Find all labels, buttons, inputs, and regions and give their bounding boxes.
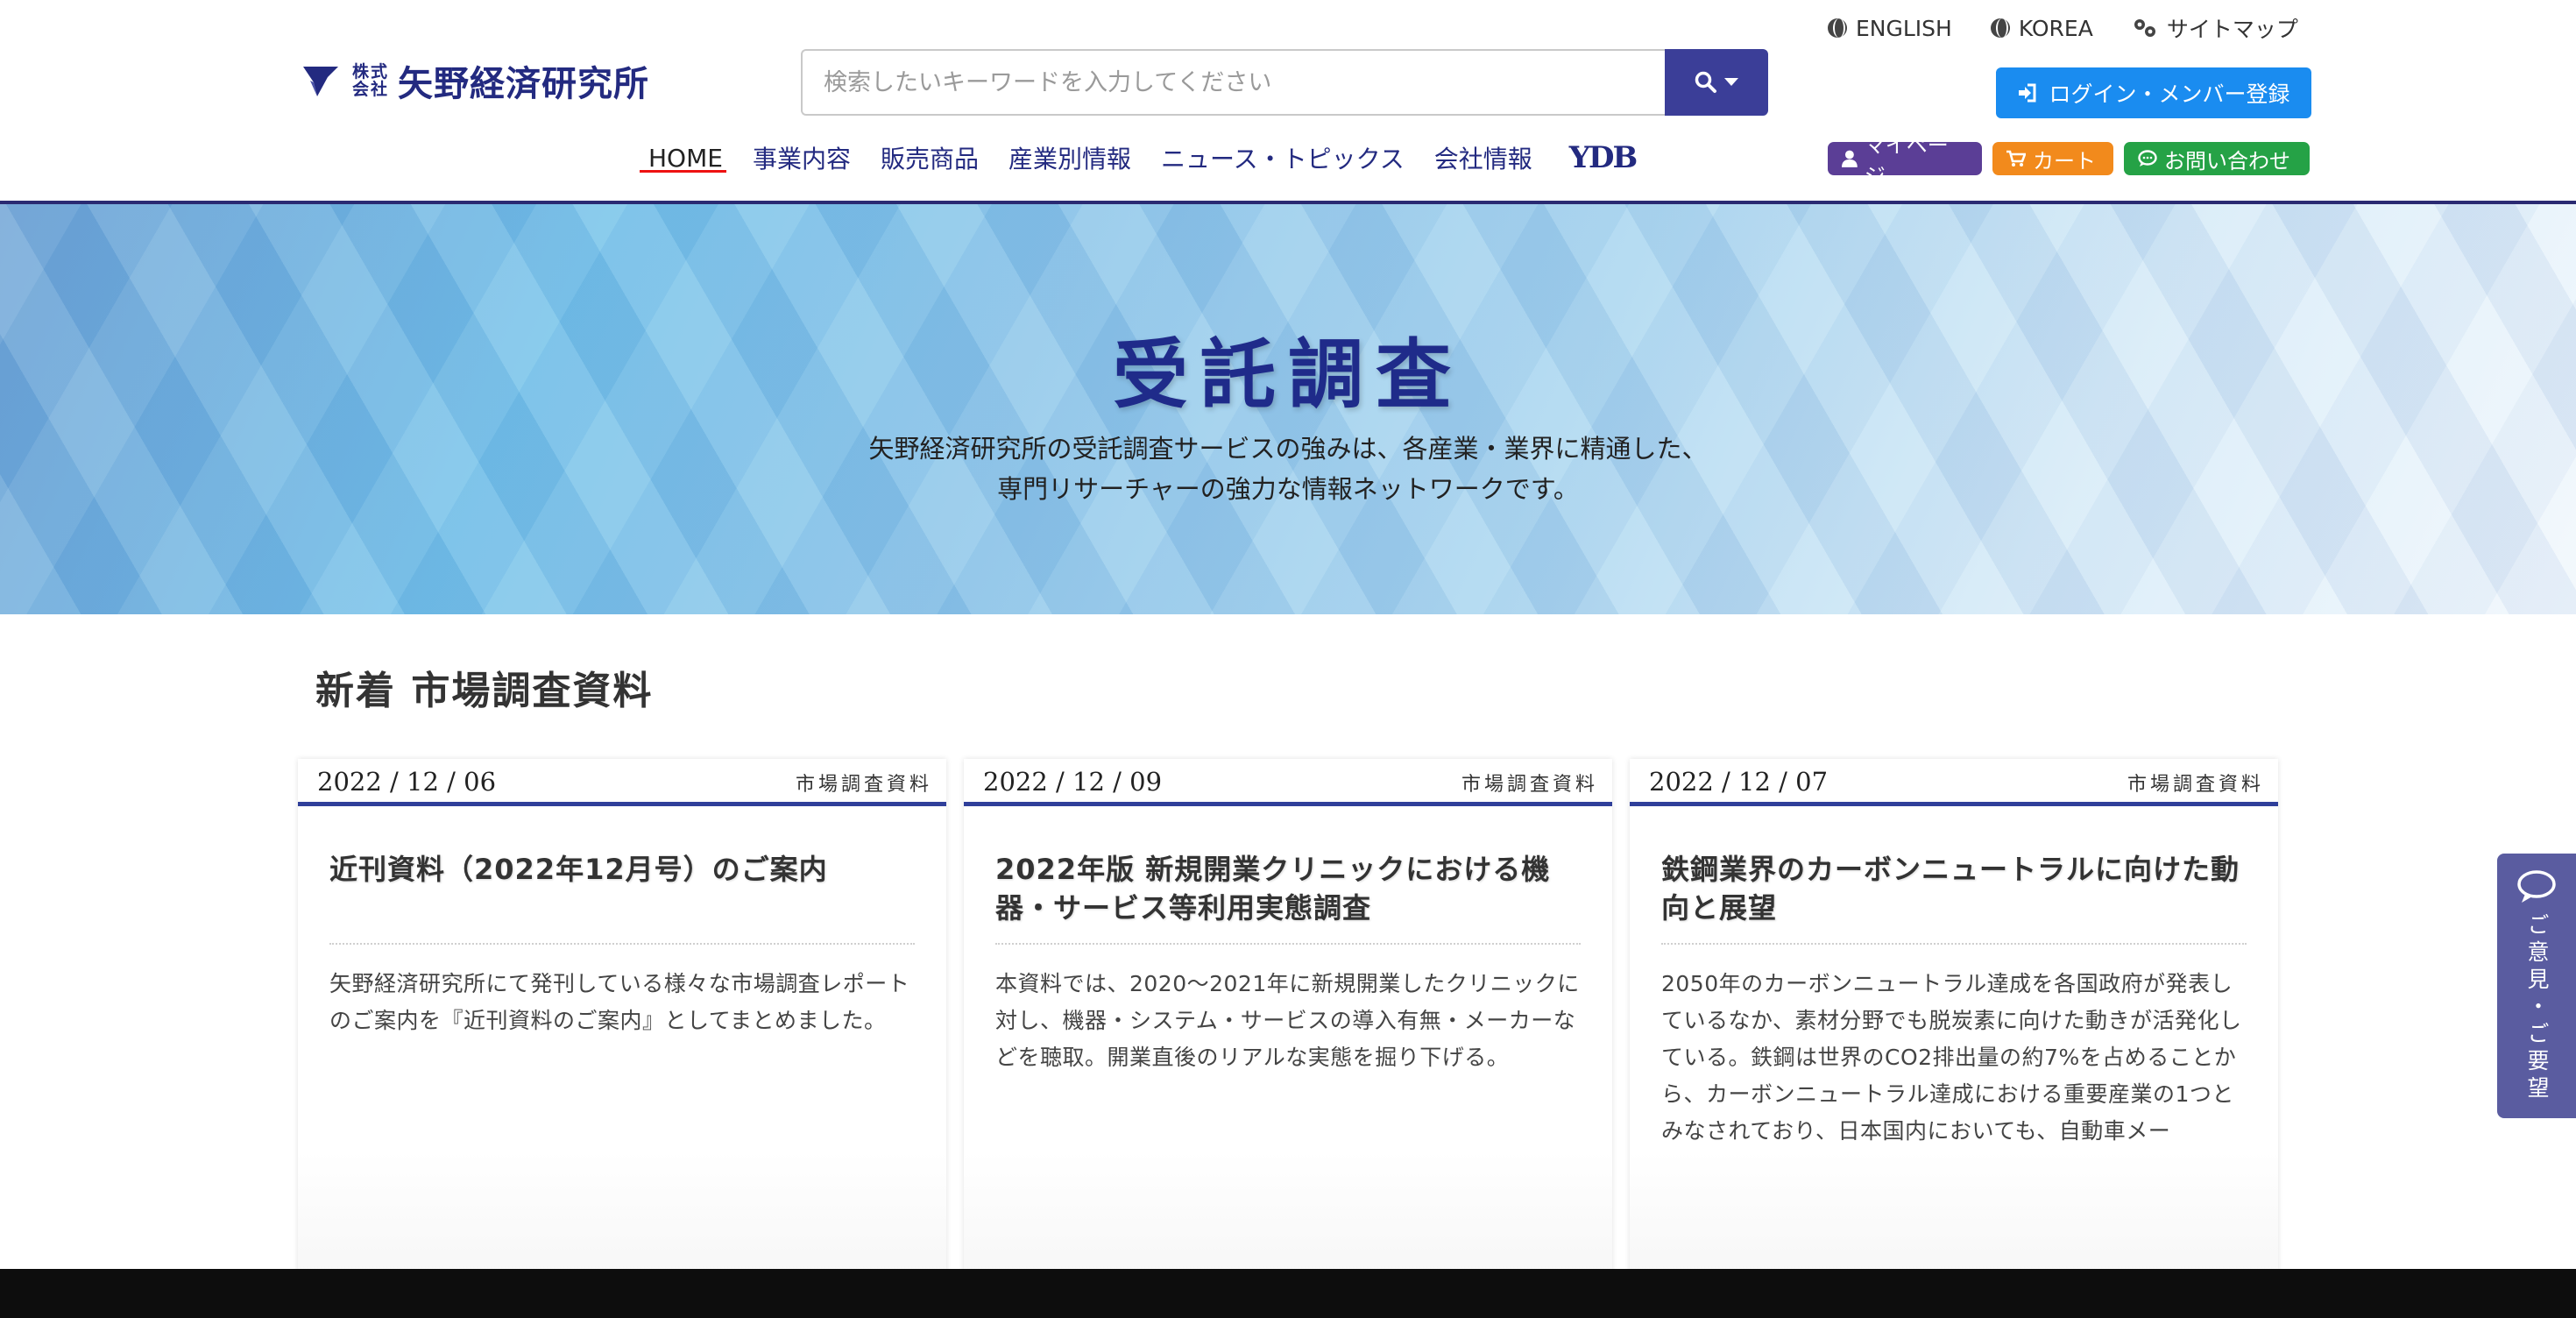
- section-title: 新着 市場調査資料: [315, 669, 654, 713]
- logo-kabu-line2: 会社: [352, 80, 390, 99]
- login-register-button[interactable]: ログイン・メンバー登録: [1996, 67, 2311, 118]
- link-sitemap[interactable]: サイトマップ: [2132, 12, 2298, 44]
- nav-business[interactable]: 事業内容: [753, 140, 851, 175]
- card-category: 市場調査資料: [1461, 774, 1598, 796]
- globe-icon: [1990, 18, 2010, 38]
- logo-kabushikigaisha: 株式 会社: [352, 63, 389, 98]
- hero-description: 矢野経済研究所の受託調査サービスの強みは、各産業・業界に精通した、 専門リサーチ…: [0, 429, 2576, 509]
- mypage-label: マイページ: [1864, 133, 1949, 188]
- hero-desc-line1: 矢野経済研究所の受託調査サービスの強みは、各産業・業界に精通した、: [868, 434, 1708, 464]
- nav-ydb-logo[interactable]: YDB: [1569, 140, 1638, 175]
- card-summary: 2050年のカーボンニュートラル達成を各国政府が発表しているなか、素材分野でも脱…: [1661, 971, 2242, 1144]
- main-nav: HOME 事業内容 販売商品 産業別情報 ニュース・トピックス 会社情報 YDB: [640, 140, 1638, 175]
- bottom-bar: [0, 1269, 2576, 1318]
- hero-desc-line2: 専門リサーチャーの強力な情報ネットワークです。: [997, 474, 1579, 504]
- card-divider: [995, 943, 1581, 945]
- card-title[interactable]: 2022年版 新規開業クリニックにおける機器・サービス等利用実態調査: [995, 850, 1581, 943]
- link-english[interactable]: ENGLISH: [1828, 12, 1952, 44]
- sign-in-icon: [2019, 83, 2036, 103]
- user-icon: [1842, 150, 1858, 167]
- report-card[interactable]: 2022 / 12 / 06 市場調査資料 近刊資料（2022年12月号）のご案…: [298, 759, 946, 1318]
- globe-icon: [1828, 18, 1847, 38]
- card-summary: 本資料では、2020〜2021年に新規開業したクリニックに対し、機器・システム・…: [995, 971, 1580, 1070]
- feedback-tab-label: ご意見・ご要望: [2524, 913, 2550, 1103]
- report-card-list: 2022 / 12 / 06 市場調査資料 近刊資料（2022年12月号）のご案…: [298, 759, 2278, 1318]
- nav-news[interactable]: ニュース・トピックス: [1161, 140, 1405, 175]
- member-actions: マイページ カート お問い合わせ: [1828, 133, 2310, 188]
- mypage-button[interactable]: マイページ: [1828, 133, 1982, 188]
- logo-mark-icon: [303, 67, 338, 96]
- speech-bubble-icon: [2517, 870, 2556, 903]
- cart-button[interactable]: カート: [1992, 142, 2113, 175]
- top-links: ENGLISH KOREA サイトマップ: [1828, 12, 2298, 44]
- chat-bubble-icon: [2138, 150, 2157, 167]
- nav-company[interactable]: 会社情報: [1434, 140, 1532, 175]
- report-card[interactable]: 2022 / 12 / 07 市場調査資料 鉄鋼業界のカーボンニュートラルに向け…: [1630, 759, 2278, 1318]
- search-input[interactable]: [801, 49, 1665, 116]
- contact-label: お問い合わせ: [2164, 148, 2290, 174]
- search-bar: [801, 49, 1768, 116]
- card-title[interactable]: 鉄鋼業界のカーボンニュートラルに向けた動向と展望: [1661, 850, 2247, 943]
- login-register-label: ログイン・メンバー登録: [2049, 81, 2290, 107]
- sitemap-icon: [2134, 19, 2155, 37]
- search-button[interactable]: [1665, 49, 1768, 116]
- card-header: 2022 / 12 / 06 市場調査資料: [298, 759, 946, 806]
- card-summary: 矢野経済研究所にて発刊している様々な市場調査レポートのご案内を『近刊資料のご案内…: [329, 971, 910, 1033]
- card-header: 2022 / 12 / 09 市場調査資料: [964, 759, 1612, 806]
- cart-label: カート: [2033, 148, 2096, 174]
- link-sitemap-label: サイトマップ: [2166, 17, 2298, 42]
- card-header: 2022 / 12 / 07 市場調査資料: [1630, 759, 2278, 806]
- link-korea-label: KOREA: [2018, 15, 2093, 41]
- nav-products[interactable]: 販売商品: [881, 140, 979, 175]
- card-category: 市場調査資料: [795, 774, 932, 796]
- logo-company-name: 矢野経済研究所: [398, 63, 650, 104]
- card-title[interactable]: 近刊資料（2022年12月号）のご案内: [329, 850, 915, 943]
- logo-kabu-line1: 株式: [352, 62, 390, 81]
- cart-icon: [2006, 150, 2026, 167]
- site-logo[interactable]: 株式 会社 矢野経済研究所: [301, 54, 649, 107]
- card-category: 市場調査資料: [2127, 774, 2264, 796]
- card-date: 2022 / 12 / 06: [317, 767, 497, 797]
- nav-industry[interactable]: 産業別情報: [1008, 140, 1131, 175]
- hero-title: 受託調査: [1113, 330, 1463, 419]
- site-header: 株式 会社 矢野経済研究所 ENGLISH KOREA: [0, 0, 2576, 204]
- feedback-tab[interactable]: ご意見・ご要望: [2497, 854, 2576, 1118]
- search-icon: [1695, 71, 1716, 93]
- link-english-label: ENGLISH: [1856, 15, 1952, 41]
- card-divider: [1661, 943, 2247, 945]
- card-date: 2022 / 12 / 09: [983, 767, 1163, 797]
- contact-button[interactable]: お問い合わせ: [2124, 142, 2310, 175]
- link-korea[interactable]: KOREA: [1990, 12, 2093, 44]
- card-divider: [329, 943, 915, 945]
- caret-down-icon: [1724, 78, 1738, 86]
- hero-banner: 受託調査 矢野経済研究所の受託調査サービスの強みは、各産業・業界に精通した、 専…: [0, 204, 2576, 614]
- card-date: 2022 / 12 / 07: [1649, 767, 1829, 797]
- report-card[interactable]: 2022 / 12 / 09 市場調査資料 2022年版 新規開業クリニックにお…: [964, 759, 1612, 1318]
- nav-home[interactable]: HOME: [640, 144, 726, 173]
